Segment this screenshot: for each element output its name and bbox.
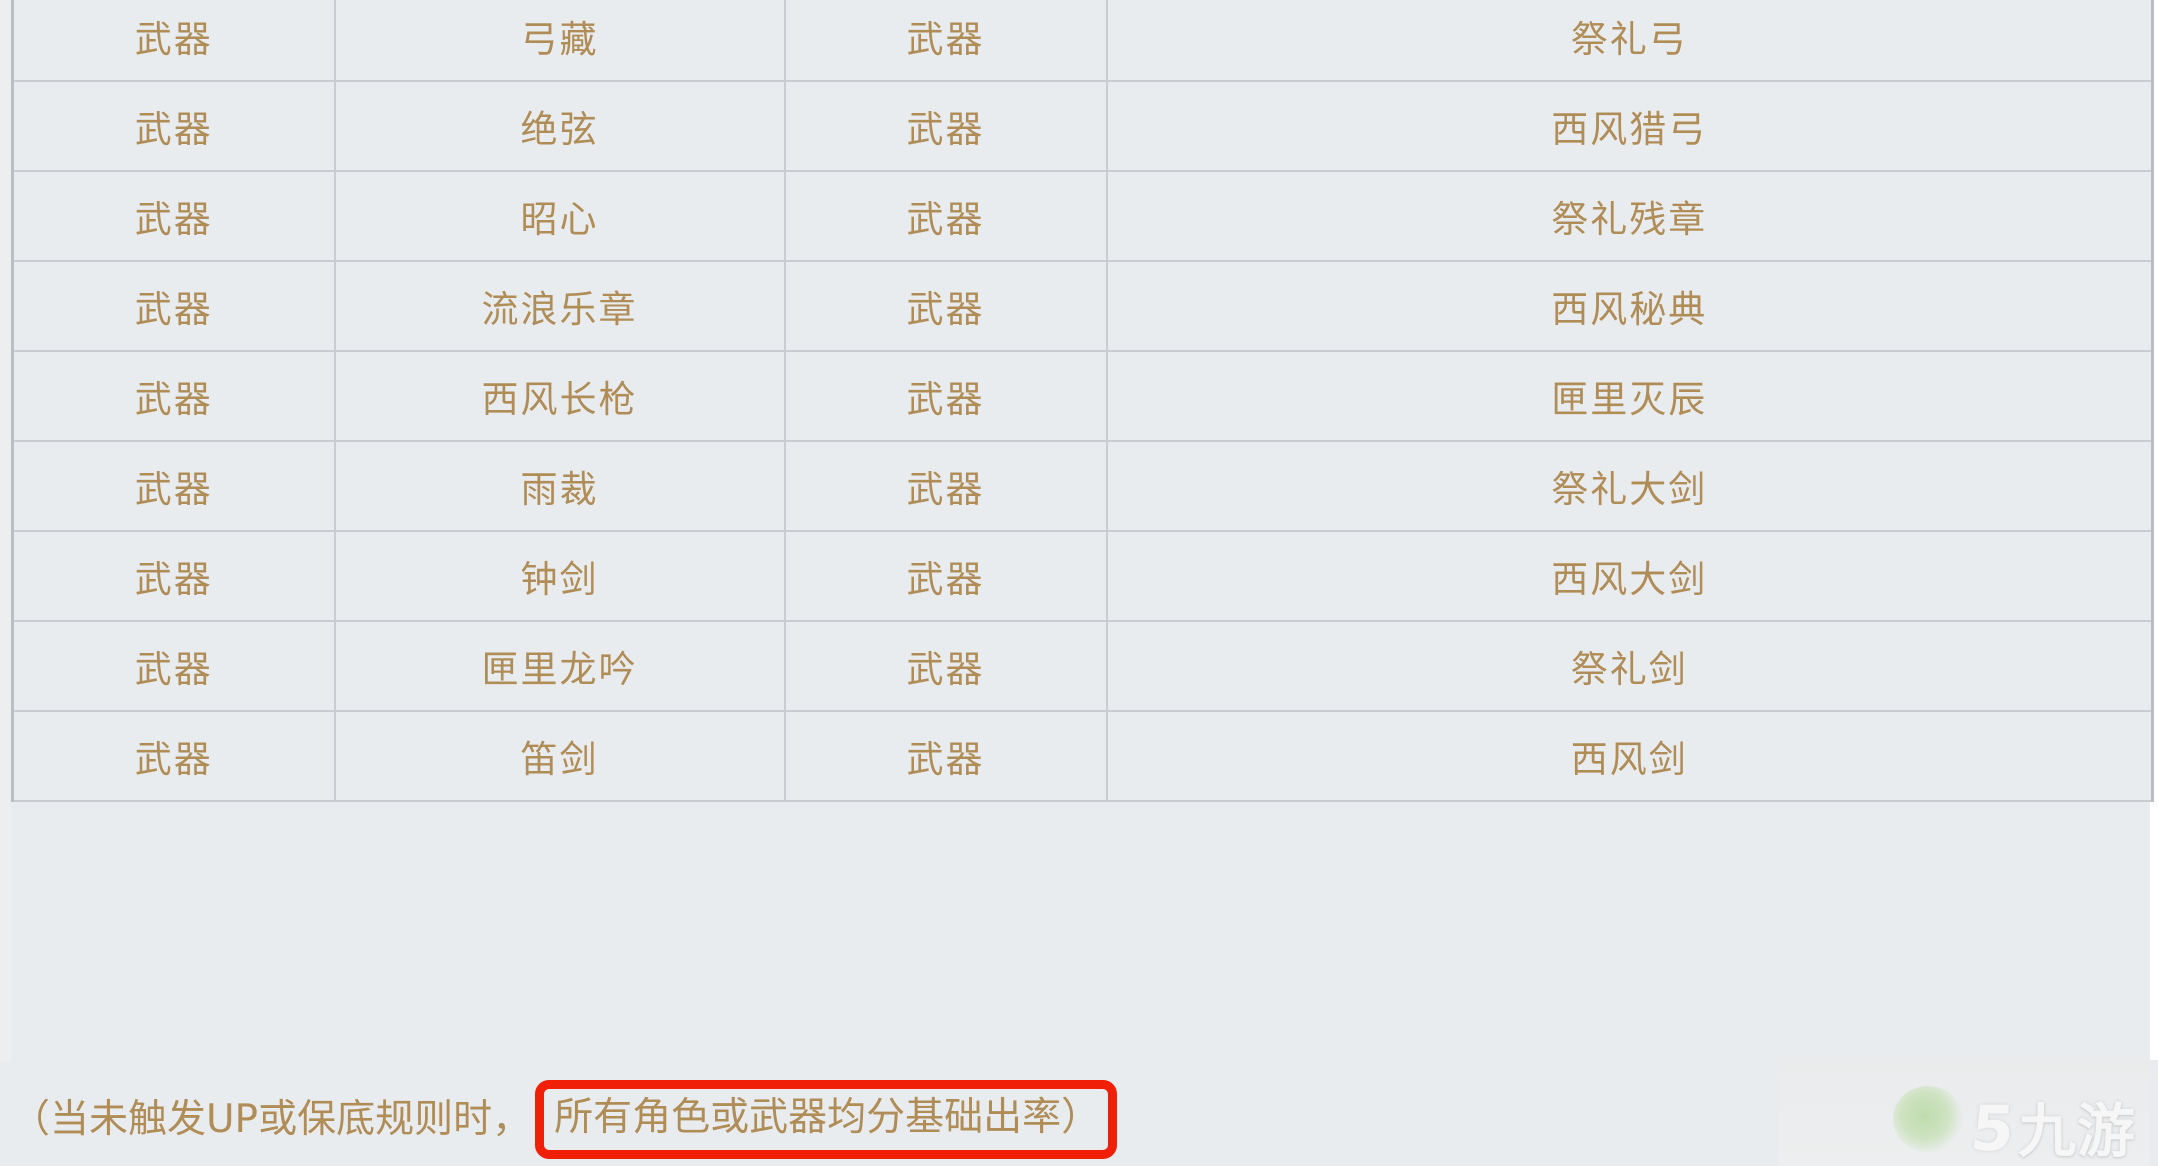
footnote-highlight-box: 所有角色或武器均分基础出率） [535,1079,1118,1159]
table-cell-pool_type_left: 武器 [11,621,336,712]
site-watermark: 5 九游 [1778,1052,2150,1166]
table-cell-item_name_right: 祭礼大剑 [1106,441,2154,532]
table-cell-pool_type_left: 武器 [11,711,336,802]
table-row: 武器 雨裁 武器 祭礼大剑 [11,441,2154,532]
page-root: 武器 弓藏 武器 祭礼弓 武器 绝弦 武器 西风猎弓 武器 昭心 武器 祭礼残章 武器 流浪乐章 武器 西风秘… [0,0,2158,1166]
table-row: 武器 绝弦 武器 西风猎弓 [11,81,2154,172]
watermark-content: 5 九游 [1892,1086,2136,1165]
table-cell-pool_type_left: 武器 [11,171,336,262]
table-cell-item_name_right: 匣里灭辰 [1106,351,2154,442]
table-cell-item_name_left: 昭心 [334,171,786,262]
table-row: 武器 流浪乐章 武器 西风秘典 [11,261,2154,352]
footnote-prefix: （当未触发UP或保底规则时， [11,1096,532,1142]
footnote-highlighted-text: 所有角色或武器均分基础出率） [554,1094,1101,1140]
table-cell-item_name_left: 流浪乐章 [334,261,786,352]
gacha-rate-table: 武器 弓藏 武器 祭礼弓 武器 绝弦 武器 西风猎弓 武器 昭心 武器 祭礼残章 武器 流浪乐章 武器 西风秘… [11,0,2154,802]
table-row: 武器 弓藏 武器 祭礼弓 [11,0,2154,82]
footnote-row: （当未触发UP或保底规则时， 所有角色或武器均分基础出率） [11,1079,1118,1159]
table-cell-pool_type_left: 武器 [11,351,336,442]
table-cell-item_name_right: 祭礼残章 [1106,171,2154,262]
table-cell-pool_type_left: 武器 [11,0,336,82]
table-cell-pool_type_right: 武器 [784,711,1108,802]
table-cell-pool_type_left: 武器 [11,441,336,532]
watermark-green-blob [1892,1086,1963,1152]
table-cell-item_name_left: 弓藏 [334,0,786,82]
table-cell-item_name_left: 匣里龙吟 [334,621,786,712]
table-row: 武器 笛剑 武器 西风剑 [11,711,2154,802]
table-body: 武器 弓藏 武器 祭礼弓 武器 绝弦 武器 西风猎弓 武器 昭心 武器 祭礼残章 武器 流浪乐章 武器 西风秘… [11,0,2154,802]
table-cell-item_name_left: 绝弦 [334,81,786,172]
table-cell-item_name_left: 西风长枪 [334,351,786,442]
table-cell-pool_type_right: 武器 [784,351,1108,442]
table-cell-item_name_right: 西风剑 [1106,711,2154,802]
table-cell-item_name_right: 西风大剑 [1106,531,2154,622]
page-left-margin [0,0,11,1062]
table-cell-pool_type_left: 武器 [11,531,336,622]
table-cell-item_name_left: 笛剑 [334,711,786,802]
table-cell-pool_type_left: 武器 [11,81,336,172]
watermark-label: 九游 [2017,1097,2136,1165]
table-cell-item_name_right: 祭礼剑 [1106,621,2154,712]
table-cell-item_name_right: 西风秘典 [1106,261,2154,352]
table-cell-item_name_right: 祭礼弓 [1106,0,2154,82]
table-cell-item_name_left: 雨裁 [334,441,786,532]
table-cell-pool_type_right: 武器 [784,171,1108,262]
table-row: 武器 匣里龙吟 武器 祭礼剑 [11,621,2154,712]
table-row: 武器 昭心 武器 祭礼残章 [11,171,2154,262]
table-cell-pool_type_right: 武器 [784,531,1108,622]
table-cell-pool_type_right: 武器 [784,81,1108,172]
table-row: 武器 西风长枪 武器 匣里灭辰 [11,351,2154,442]
watermark-logo-icon: 5 [1967,1092,2018,1165]
table-cell-pool_type_right: 武器 [784,261,1108,352]
table-cell-item_name_left: 钟剑 [334,531,786,622]
table-cell-pool_type_left: 武器 [11,261,336,352]
table-cell-pool_type_right: 武器 [784,0,1108,82]
table-cell-pool_type_right: 武器 [784,621,1108,712]
table-cell-pool_type_right: 武器 [784,441,1108,532]
table-row: 武器 钟剑 武器 西风大剑 [11,531,2154,622]
table-cell-item_name_right: 西风猎弓 [1106,81,2154,172]
